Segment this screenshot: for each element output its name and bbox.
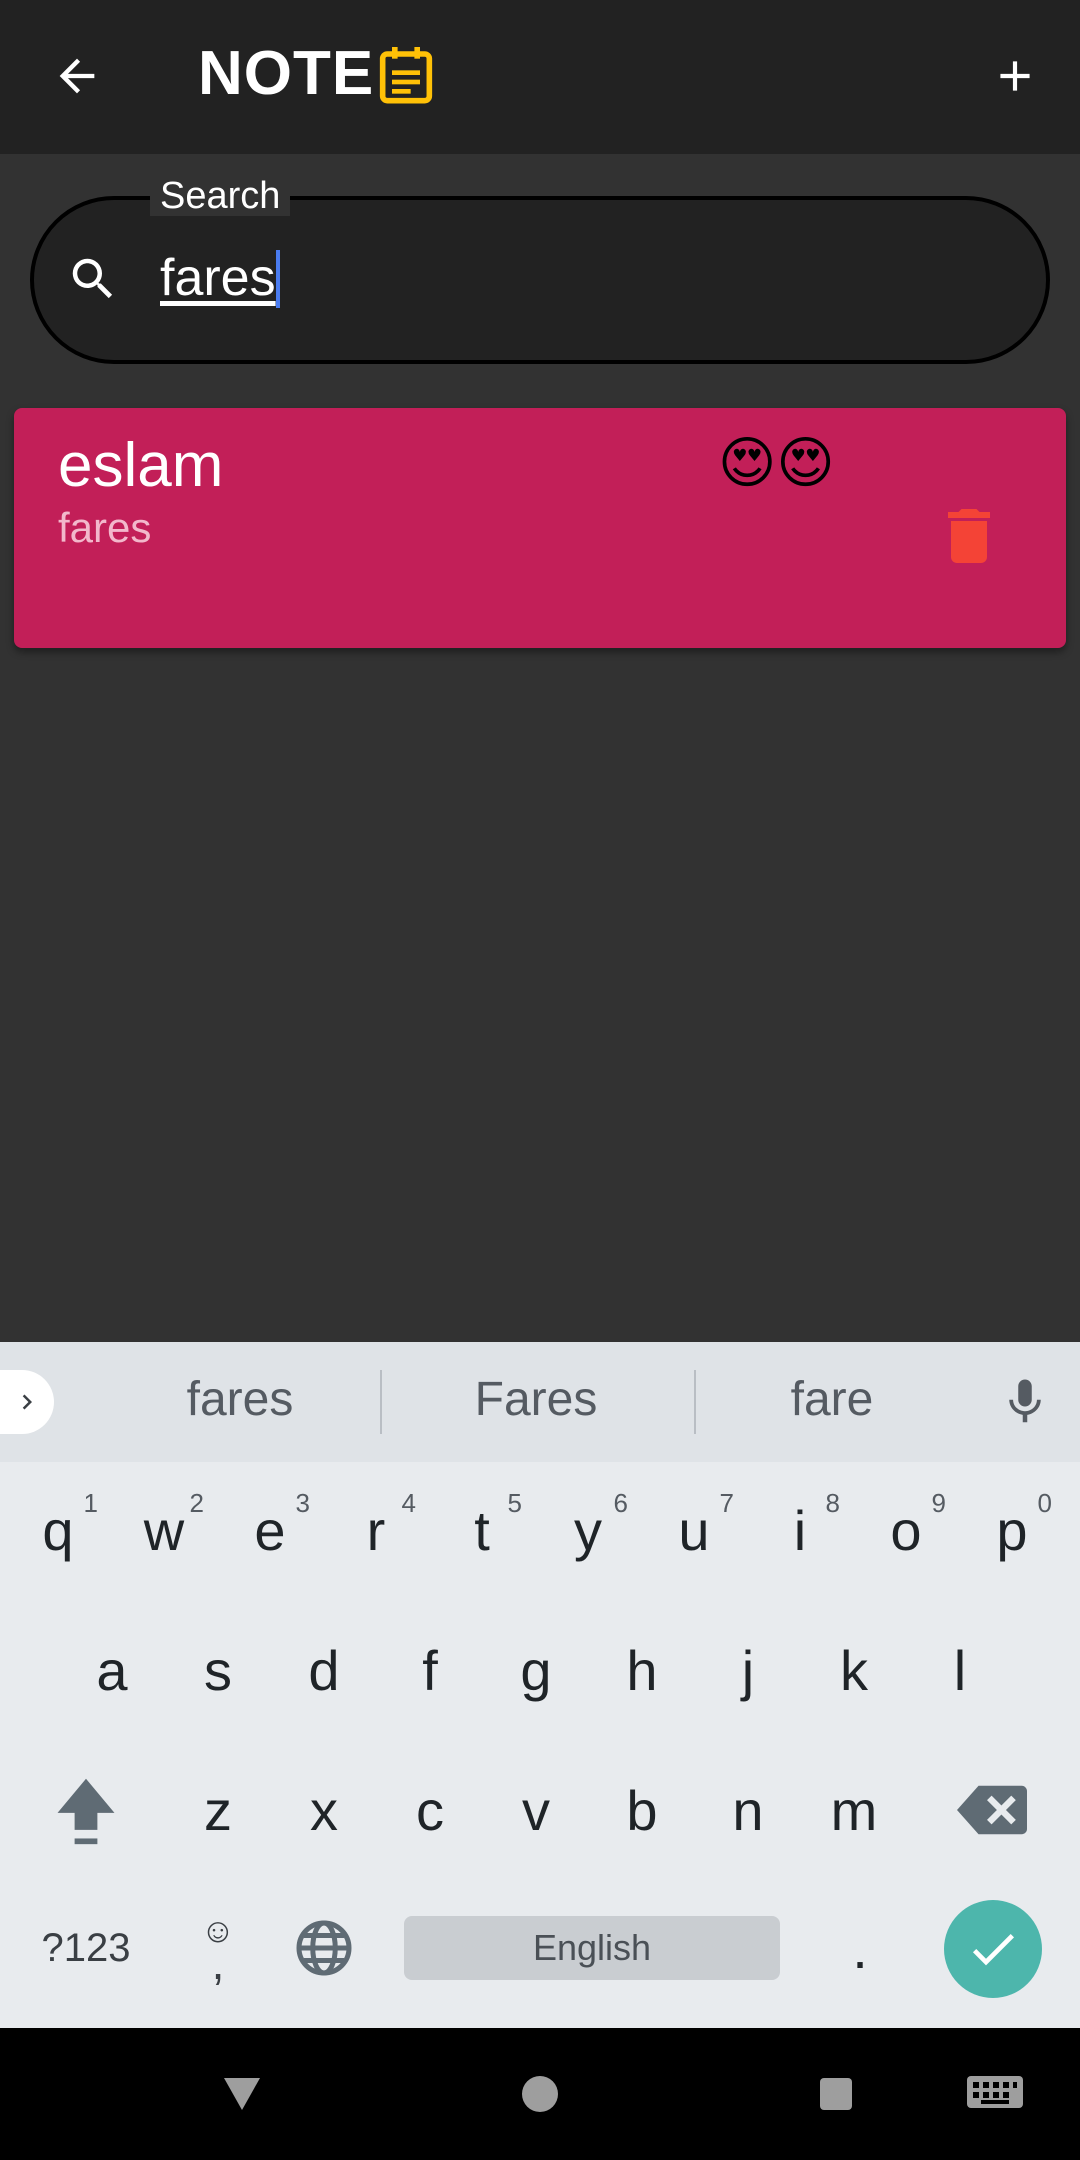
note-card[interactable]: eslam fares 😍😍 xyxy=(14,408,1066,648)
key-label: i xyxy=(793,1498,807,1562)
key-g[interactable]: g xyxy=(486,1610,586,1730)
plus-icon xyxy=(1000,61,1030,91)
chevron-right-icon xyxy=(22,1394,32,1410)
key-j[interactable]: j xyxy=(698,1610,798,1730)
key-u[interactable]: u7 xyxy=(644,1470,744,1590)
key-label: w xyxy=(143,1498,185,1562)
backspace-icon xyxy=(957,1785,1027,1835)
nav-recents-icon xyxy=(820,2078,852,2110)
globe-icon xyxy=(296,1920,352,1976)
search-label: Search xyxy=(150,176,291,216)
search-input[interactable] xyxy=(160,242,980,314)
suggestion-3[interactable]: fare xyxy=(682,1372,982,1427)
delete-note-button[interactable] xyxy=(928,488,1010,584)
key-label: p xyxy=(996,1498,1028,1562)
back-button[interactable] xyxy=(40,36,114,116)
key-p[interactable]: p0 xyxy=(962,1470,1062,1590)
enter-key[interactable] xyxy=(944,1900,1042,1998)
language-switch-key[interactable] xyxy=(274,1888,374,2008)
nav-recents-button[interactable] xyxy=(806,2068,866,2120)
note-body: fares xyxy=(58,504,152,551)
shift-key[interactable] xyxy=(36,1750,136,1870)
emoji-comma-key[interactable]: ☺ , xyxy=(168,1888,268,2008)
key-label: y xyxy=(574,1498,602,1562)
key-z[interactable]: z xyxy=(168,1750,268,1870)
backspace-key[interactable] xyxy=(942,1750,1042,1870)
key-s[interactable]: s xyxy=(168,1610,268,1730)
checkmark-icon xyxy=(972,1934,1014,1966)
trash-icon xyxy=(948,509,990,563)
note-title: eslam xyxy=(58,431,224,500)
key-hint: 9 xyxy=(931,1488,946,1518)
page-title: NOTE xyxy=(198,39,375,108)
key-hint: 5 xyxy=(507,1488,522,1518)
text-cursor xyxy=(276,250,280,308)
suggestion-divider xyxy=(380,1370,382,1434)
key-k[interactable]: k xyxy=(804,1610,904,1730)
key-o[interactable]: o9 xyxy=(856,1470,956,1590)
note-icon xyxy=(379,47,433,104)
key-l[interactable]: l xyxy=(910,1610,1010,1730)
key-i[interactable]: i8 xyxy=(750,1470,850,1590)
space-key[interactable]: English xyxy=(404,1916,780,1980)
arrow-back-icon xyxy=(59,58,95,94)
symbols-key[interactable]: ?123 xyxy=(36,1888,136,2008)
key-h[interactable]: h xyxy=(592,1610,692,1730)
search-icon xyxy=(72,258,113,299)
key-label: q xyxy=(42,1498,74,1562)
key-hint: 7 xyxy=(719,1488,734,1518)
keyboard-icon xyxy=(967,2076,1023,2108)
note-emoji: 😍😍 xyxy=(718,431,835,494)
key-a[interactable]: a xyxy=(62,1610,162,1730)
expand-toolbar-button[interactable] xyxy=(0,1370,54,1434)
key-hint: 1 xyxy=(83,1488,98,1518)
key-hint: 3 xyxy=(295,1488,310,1518)
key-w[interactable]: w2 xyxy=(114,1470,214,1590)
key-hint: 4 xyxy=(401,1488,416,1518)
key-label: t xyxy=(474,1498,490,1562)
key-hint: 2 xyxy=(189,1488,204,1518)
suggestion-bar: fares Fares fare xyxy=(0,1342,1080,1462)
key-v[interactable]: v xyxy=(486,1750,586,1870)
suggestion-1[interactable]: fares xyxy=(90,1372,390,1427)
microphone-icon xyxy=(1009,1379,1041,1423)
key-n[interactable]: n xyxy=(698,1750,798,1870)
key-label: e xyxy=(254,1498,286,1562)
key-hint: 8 xyxy=(825,1488,840,1518)
key-r[interactable]: r4 xyxy=(326,1470,426,1590)
soft-keyboard: fares Fares fare q1 w2 e3 r4 t5 y6 u7 i8… xyxy=(0,1342,1080,2028)
key-y[interactable]: y6 xyxy=(538,1470,638,1590)
key-m[interactable]: m xyxy=(804,1750,904,1870)
nav-keyboard-button[interactable] xyxy=(950,2068,1040,2120)
suggestion-2[interactable]: Fares xyxy=(386,1372,686,1427)
key-b[interactable]: b xyxy=(592,1750,692,1870)
key-hint: 0 xyxy=(1037,1488,1052,1518)
key-c[interactable]: c xyxy=(380,1750,480,1870)
nav-back-icon xyxy=(224,2078,260,2110)
key-x[interactable]: x xyxy=(274,1750,374,1870)
period-key[interactable]: . xyxy=(810,1888,910,2008)
key-t[interactable]: t5 xyxy=(432,1470,532,1590)
comma-label: , xyxy=(211,1937,225,1989)
key-e[interactable]: e3 xyxy=(220,1470,320,1590)
key-label: o xyxy=(890,1498,922,1562)
add-note-button[interactable] xyxy=(980,36,1050,116)
nav-home-icon xyxy=(522,2076,558,2112)
nav-back-button[interactable] xyxy=(212,2068,272,2120)
key-hint: 6 xyxy=(613,1488,628,1518)
key-q[interactable]: q1 xyxy=(8,1470,108,1590)
nav-home-button[interactable] xyxy=(510,2068,570,2120)
shift-icon xyxy=(57,1778,115,1845)
key-f[interactable]: f xyxy=(380,1610,480,1730)
key-d[interactable]: d xyxy=(274,1610,374,1730)
key-label: u xyxy=(678,1498,710,1562)
voice-input-button[interactable] xyxy=(998,1372,1052,1437)
app-bar: NOTE xyxy=(0,0,1080,154)
key-label: r xyxy=(366,1498,386,1562)
system-nav-bar xyxy=(0,2028,1080,2160)
